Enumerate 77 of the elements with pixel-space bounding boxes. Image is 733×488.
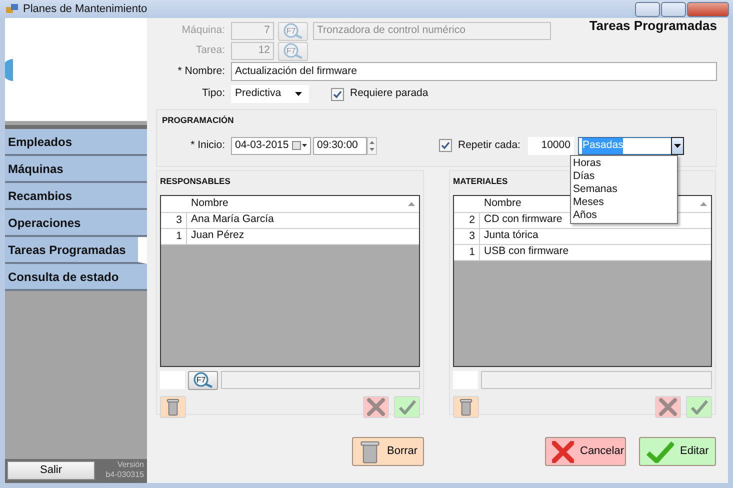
lookup-button[interactable]: F7: [188, 370, 218, 390]
calendar-icon: [292, 141, 307, 150]
date-field[interactable]: 04-03-2015: [231, 136, 311, 155]
x-icon: [659, 398, 677, 416]
table-cell: 2: [454, 212, 480, 228]
dropdown-option[interactable]: Meses: [571, 196, 677, 209]
name-field[interactable]: Actualización del firmware: [231, 62, 717, 81]
field-label: Tarea:: [194, 43, 225, 58]
accept-button[interactable]: [394, 396, 420, 418]
field-label: Tipo:: [201, 86, 225, 102]
confirm-button[interactable]: Editar: [639, 437, 716, 466]
sort-icon: [408, 202, 415, 206]
cancel-button[interactable]: [655, 396, 681, 418]
delete-button[interactable]: [453, 396, 479, 418]
sidebar-item[interactable]: Empleados: [5, 129, 147, 156]
checkbox[interactable]: [331, 88, 344, 100]
repeat-count-field[interactable]: 10000: [528, 136, 574, 155]
spinner-icon: [367, 136, 377, 155]
table-cell: 3: [161, 212, 187, 228]
trash-icon: [166, 398, 180, 416]
x-icon: [367, 398, 385, 416]
checkbox[interactable]: [439, 139, 452, 152]
minimize-button[interactable]: [635, 2, 660, 16]
sidebar-item[interactable]: Tareas Programadas: [5, 237, 147, 264]
sidebar-item[interactable]: Máquinas: [5, 156, 147, 183]
field-label: * Nombre:: [176, 64, 225, 79]
check-icon: [398, 398, 416, 415]
window-title: Planes de Mantenimiento: [23, 2, 148, 17]
checkbox-label: Repetir cada:: [458, 138, 520, 153]
version-label: Versión: [116, 460, 144, 470]
group-title: MATERIALES: [453, 175, 508, 188]
caret-icon: [295, 92, 302, 96]
close-button[interactable]: [687, 2, 729, 16]
exit-button[interactable]: Salir: [7, 460, 95, 480]
table-cell-text: CD con firmware: [483, 212, 562, 228]
sidebar-item[interactable]: Consulta de estado: [5, 264, 147, 291]
accept-button[interactable]: [686, 396, 712, 418]
table-cell-text: Ana María García: [190, 212, 274, 228]
logo-icon: [5, 58, 13, 80]
dropdown-option[interactable]: Semanas: [571, 183, 677, 196]
x-icon: [552, 440, 574, 462]
sidebar-item[interactable]: Recambios: [5, 183, 147, 210]
group-title: PROGRAMACIÓN: [162, 114, 234, 127]
checkbox-label: Requiere parada: [350, 86, 428, 102]
group-title: RESPONSABLES: [160, 175, 230, 188]
cancel-button[interactable]: [363, 396, 389, 418]
table-cell-text: Junta tórica: [483, 228, 538, 244]
caret-icon: [674, 144, 682, 148]
sort-icon: [700, 202, 707, 206]
field-label: * Inicio:: [190, 138, 225, 153]
description-field[interactable]: [221, 370, 420, 389]
table-cell: 3: [454, 228, 480, 244]
maximize-button[interactable]: [661, 2, 686, 16]
check-icon: [690, 398, 708, 415]
app-icon: [6, 3, 18, 15]
field-label: Máquina:: [180, 23, 225, 38]
check-icon: [646, 440, 674, 462]
delete-button[interactable]: Borrar: [352, 437, 424, 466]
dropdown-option[interactable]: Años: [571, 209, 677, 222]
time-field[interactable]: 09:30:00: [313, 136, 367, 155]
dropdown-option[interactable]: Días: [571, 170, 677, 183]
table-cell: 1: [454, 244, 480, 260]
page-title: Tareas Programadas: [589, 17, 717, 35]
table-cell-text: Juan Pérez: [190, 228, 244, 244]
delete-button[interactable]: [160, 396, 186, 418]
column-header[interactable]: Nombre: [480, 196, 522, 212]
sidebar-item[interactable]: Operaciones: [5, 210, 147, 237]
description-field[interactable]: [481, 370, 712, 389]
table-cell: 1: [161, 228, 187, 244]
trash-icon: [359, 440, 381, 464]
type-select[interactable]: Predictiva: [231, 85, 309, 103]
version-text: b4-030315: [106, 470, 144, 480]
table-cell-text: USB con firmware: [483, 244, 569, 260]
trash-icon: [459, 398, 473, 416]
dropdown-option[interactable]: Horas: [571, 157, 677, 170]
column-header[interactable]: Nombre: [187, 196, 228, 212]
cancel-button[interactable]: Cancelar: [545, 437, 626, 466]
